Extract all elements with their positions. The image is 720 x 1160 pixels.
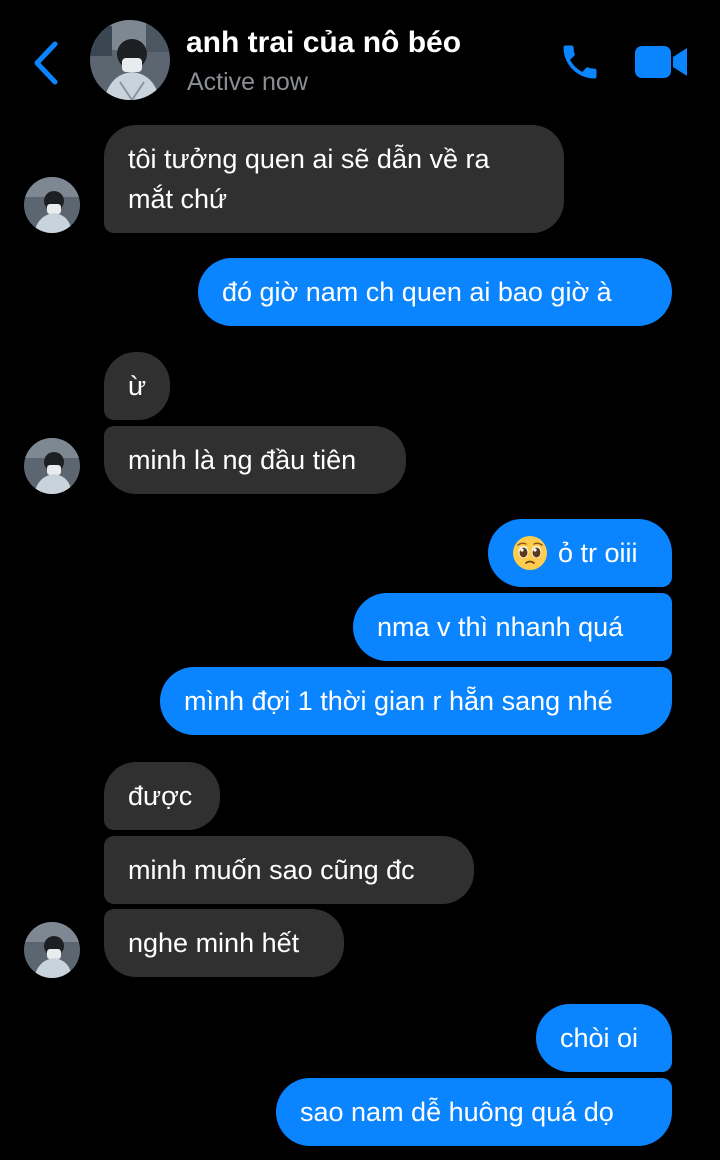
- message-bubble-outgoing[interactable]: mình đợi 1 thời gian r hẵn sang nhé: [160, 667, 672, 735]
- message-text: mình đợi 1 thời gian r hẵn sang nhé: [184, 686, 613, 716]
- message-bubble-incoming[interactable]: minh muốn sao cũng đc: [104, 836, 474, 904]
- contact-avatar-small[interactable]: [24, 438, 80, 494]
- message-text: sao nam dễ huông quá dọ: [300, 1097, 614, 1127]
- video-call-button[interactable]: [632, 40, 690, 84]
- message-text: đó giờ nam ch quen ai bao giờ à: [222, 277, 612, 307]
- message-bubble-outgoing[interactable]: đó giờ nam ch quen ai bao giờ à: [198, 258, 672, 326]
- video-camera-icon: [635, 46, 687, 78]
- message-bubble-incoming[interactable]: tôi tưởng quen ai sẽ dẫn về ra mắt chứ: [104, 125, 564, 233]
- phone-icon: [563, 45, 597, 79]
- contact-avatar-small[interactable]: [24, 922, 80, 978]
- message-text: ỏ tr oiii: [558, 538, 638, 568]
- message-bubble-outgoing[interactable]: ỏ tr oiii: [488, 519, 672, 587]
- message-text: nghe minh hết: [128, 928, 300, 958]
- message-text: minh là ng đầu tiên: [128, 445, 357, 475]
- chevron-left-icon: [34, 41, 58, 85]
- contact-name[interactable]: anh trai của nô béo: [186, 26, 461, 60]
- avatar-image: [24, 177, 80, 233]
- pleading-face-emoji: [513, 536, 547, 570]
- message-bubble-incoming[interactable]: ừ: [104, 352, 170, 420]
- contact-avatar[interactable]: [90, 20, 170, 100]
- call-button[interactable]: [556, 40, 604, 84]
- message-bubble-outgoing[interactable]: sao nam dễ huông quá dọ: [276, 1078, 672, 1146]
- message-text-line2: mắt chứ: [128, 184, 228, 214]
- message-bubble-outgoing[interactable]: chòi oi: [536, 1004, 672, 1072]
- back-button[interactable]: [26, 38, 66, 88]
- message-bubble-incoming[interactable]: minh là ng đầu tiên: [104, 426, 406, 494]
- contact-avatar-image: [90, 20, 170, 100]
- message-text: ừ: [128, 371, 147, 401]
- message-bubble-outgoing[interactable]: nma v thì nhanh quá: [353, 593, 672, 661]
- contact-avatar-small[interactable]: [24, 177, 80, 233]
- message-text: được: [128, 781, 193, 811]
- avatar-image: [24, 438, 80, 494]
- message-bubble-incoming[interactable]: nghe minh hết: [104, 909, 344, 977]
- message-text: tôi tưởng quen ai sẽ dẫn về ra: [128, 144, 490, 174]
- avatar-image: [24, 922, 80, 978]
- chat-header: anh trai của nô béo Active now: [0, 0, 720, 118]
- message-text: minh muốn sao cũng đc: [128, 855, 415, 885]
- message-text: chòi oi: [560, 1023, 639, 1053]
- active-status: Active now: [187, 68, 308, 96]
- message-text: nma v thì nhanh quá: [377, 612, 624, 642]
- message-bubble-incoming[interactable]: được: [104, 762, 220, 830]
